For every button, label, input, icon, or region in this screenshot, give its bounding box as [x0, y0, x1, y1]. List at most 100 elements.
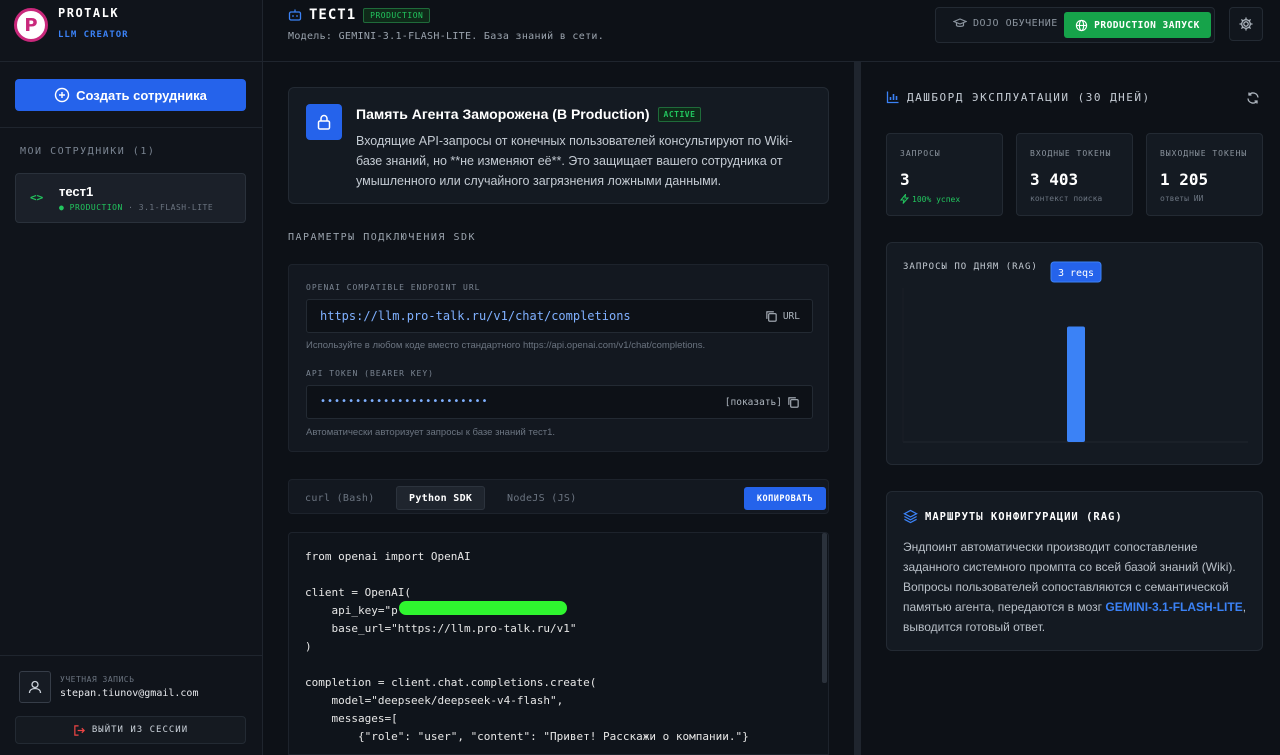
divider: [0, 61, 262, 62]
page-title: ТЕСТ1: [309, 7, 357, 23]
app-name: PROTALK: [58, 6, 120, 20]
app-subtitle: LLM CREATOR: [58, 30, 129, 40]
header: ТЕСТ1 PRODUCTION Модель: GEMINI-3.1-FLAS…: [263, 0, 1280, 62]
refresh-button[interactable]: [1246, 91, 1260, 105]
dashboard-title-row: ДАШБОРД ЭКСПЛУАТАЦИИ (30 ДНЕЙ): [886, 90, 1151, 104]
copy-url-label: URL: [782, 311, 800, 322]
stat-requests: ЗАПРОСЫ 3 100% успех: [886, 133, 1003, 216]
divider: [0, 655, 262, 656]
code-line: base_url="https://llm.pro-talk.ru/v1": [305, 622, 577, 635]
alert-body: Входящие API-запросы от конечных пользов…: [356, 134, 793, 188]
chart-tooltip-label: 3 reqs: [1058, 268, 1094, 279]
redaction-mark: [399, 601, 567, 615]
page-title-row: ТЕСТ1 PRODUCTION: [288, 7, 431, 23]
alert-title-row: Память Агента Заморожена (В Production) …: [356, 106, 702, 122]
logout-icon: [74, 724, 85, 736]
stat-label: ВЫХОДНЫЕ ТОКЕНЫ: [1160, 149, 1248, 158]
tab-curl[interactable]: curl (Bash): [305, 486, 375, 510]
lock-icon: [306, 104, 342, 140]
employee-name: тест1: [59, 184, 94, 199]
stat-input-tokens: ВХОДНЫЕ ТОКЕНЫ 3 403 контекст поиска: [1016, 133, 1133, 216]
endpoint-value: https://llm.pro-talk.ru/v1/chat/completi…: [320, 309, 631, 323]
production-launch-button[interactable]: PRODUCTION ЗАПУСК: [1064, 12, 1211, 38]
tab-python-sdk[interactable]: Python SDK: [396, 486, 486, 510]
code-line: api_key="p: [305, 604, 398, 617]
sdk-section-title: ПАРАМЕТРЫ ПОДКЛЮЧЕНИЯ SDK: [288, 232, 477, 243]
stat-sub: 100% успех: [900, 194, 960, 204]
production-label: PRODUCTION ЗАПУСК: [1094, 19, 1200, 31]
dojo-training-button[interactable]: DOJO ОБУЧЕНИЕ: [953, 17, 1058, 29]
sdk-panel: OPENAI COMPATIBLE ENDPOINT URL https://l…: [288, 264, 829, 452]
endpoint-label: OPENAI COMPATIBLE ENDPOINT URL: [306, 283, 481, 292]
endpoint-hint: Используйте в любом коде вместо стандарт…: [306, 340, 706, 351]
memory-frozen-alert: Память Агента Заморожена (В Production) …: [288, 87, 829, 204]
code-block[interactable]: from openai import OpenAI client = OpenA…: [288, 532, 829, 755]
code-line: model="deepseek/deepseek-v4-flash",: [305, 694, 564, 707]
main-content: Память Агента Заморожена (В Production) …: [263, 62, 861, 755]
tab-nodejs[interactable]: NodeJS (JS): [507, 486, 577, 510]
dashboard-title: ДАШБОРД ЭКСПЛУАТАЦИИ (30 ДНЕЙ): [907, 90, 1151, 104]
code-tabs: curl (Bash) Python SDK NodeJS (JS) КОПИР…: [288, 479, 829, 514]
code-scrollbar[interactable]: [822, 533, 827, 683]
code-line: ): [305, 640, 312, 653]
alert-title: Память Агента Заморожена (В Production): [356, 106, 650, 122]
account-email: stepan.tiunov@gmail.com: [60, 688, 199, 699]
stat-output-tokens: ВЫХОДНЫЕ ТОКЕНЫ 1 205 ответы ИИ: [1146, 133, 1263, 216]
stat-label: ЗАПРОСЫ: [900, 149, 941, 158]
requests-chart: 3 reqs: [902, 261, 1248, 443]
divider: [0, 127, 262, 128]
stat-label: ВХОДНЫЕ ТОКЕНЫ: [1030, 149, 1112, 158]
stat-sub: контекст поиска: [1030, 194, 1103, 203]
bot-icon: [288, 9, 302, 21]
stat-value: 1 205: [1160, 170, 1209, 189]
create-employee-button[interactable]: Создать сотрудника: [15, 79, 246, 111]
dashboard-panel: ДАШБОРД ЭКСПЛУАТАЦИИ (30 ДНЕЙ) ЗАПРОСЫ 3…: [861, 62, 1280, 755]
endpoint-field[interactable]: https://llm.pro-talk.ru/v1/chat/completi…: [306, 299, 813, 333]
status-badge: PRODUCTION: [363, 7, 431, 23]
layers-icon: [903, 509, 918, 524]
code-line: client = OpenAI(: [305, 586, 411, 599]
plus-circle-icon: [54, 87, 70, 103]
dojo-label: DOJO ОБУЧЕНИЕ: [973, 17, 1058, 29]
account[interactable]: УЧЕТНАЯ ЗАПИСЬ stepan.tiunov@gmail.com: [19, 671, 249, 707]
code-line: completion = client.chat.completions.cre…: [305, 676, 597, 689]
stat-sub: ответы ИИ: [1160, 194, 1204, 203]
active-badge: ACTIVE: [657, 106, 702, 122]
logout-button[interactable]: ВЫЙТИ ИЗ СЕССИИ: [15, 716, 246, 744]
user-icon: [19, 671, 51, 703]
token-value: ••••••••••••••••••••••••: [320, 396, 489, 407]
logo-icon: P: [14, 8, 48, 42]
config-routes-card: МАРШРУТЫ КОНФИГУРАЦИИ (RAG) Эндпоинт авт…: [886, 491, 1263, 651]
token-field[interactable]: •••••••••••••••••••••••• [показать]: [306, 385, 813, 419]
chart-bar[interactable]: [1067, 326, 1085, 443]
bar-chart-icon: [886, 91, 899, 104]
route-title: МАРШРУТЫ КОНФИГУРАЦИИ (RAG): [925, 510, 1123, 523]
settings-button[interactable]: [1229, 7, 1263, 41]
route-body: Эндпоинт автоматически производит сопост…: [903, 537, 1248, 637]
mode-switch: DOJO ОБУЧЕНИЕ PRODUCTION ЗАПУСК: [935, 7, 1215, 43]
token-label: API TOKEN (BEARER KEY): [306, 369, 434, 378]
model-line: Модель: GEMINI-3.1-FLASH-LITE. База знан…: [288, 31, 605, 42]
stat-value: 3 403: [1030, 170, 1079, 189]
logout-label: ВЫЙТИ ИЗ СЕССИИ: [91, 725, 189, 735]
globe-icon: [1075, 19, 1088, 31]
requests-chart-card: ЗАПРОСЫ ПО ДНЯМ (RAG) 3 reqs: [886, 242, 1263, 465]
gear-icon: [1239, 17, 1253, 31]
stat-sub-text: 100% успех: [912, 194, 961, 204]
copy-code-button[interactable]: КОПИРОВАТЬ: [744, 487, 826, 510]
bolt-icon: [900, 194, 909, 204]
show-token-button[interactable]: [показать]: [725, 397, 782, 408]
copy-icon[interactable]: [787, 396, 800, 409]
employee-item[interactable]: <> тест1 ● PRODUCTION · 3.1-FLASH-LITE: [15, 173, 246, 223]
create-employee-label: Создать сотрудника: [76, 87, 207, 103]
employees-section-label: МОИ СОТРУДНИКИ (1): [20, 146, 156, 157]
logo[interactable]: P PROTALK LLM CREATOR: [14, 6, 254, 46]
main-scrollbar[interactable]: [854, 62, 861, 755]
code-line: from openai import OpenAI: [305, 550, 471, 563]
employee-meta: ● PRODUCTION · 3.1-FLASH-LITE: [59, 203, 213, 212]
employee-status: ● PRODUCTION: [59, 203, 123, 212]
copy-url-button[interactable]: URL: [765, 310, 800, 323]
code-icon: <>: [30, 191, 44, 204]
copy-icon: [766, 311, 777, 322]
graduation-cap-icon: [953, 18, 967, 27]
